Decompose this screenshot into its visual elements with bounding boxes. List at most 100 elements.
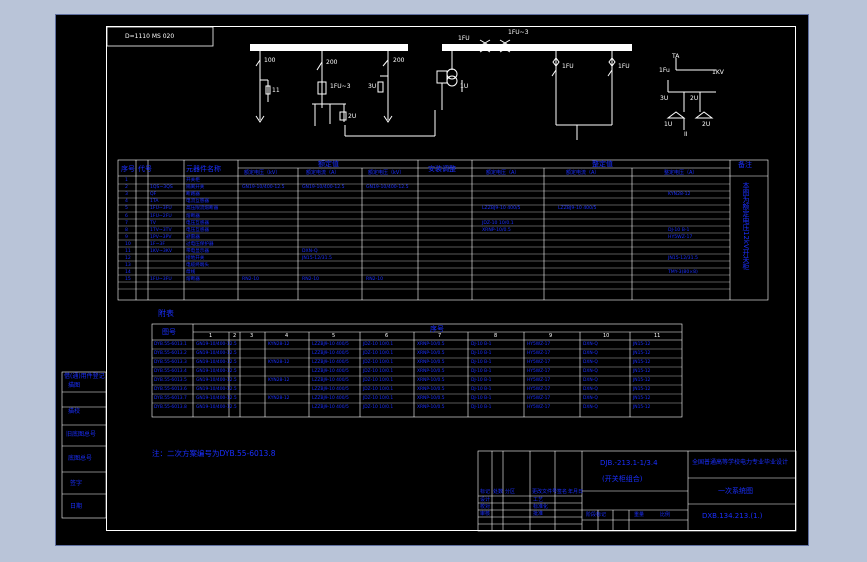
appendix-cell: DYB.55-6013.7 <box>154 396 187 401</box>
schematic-label: 1U <box>460 83 469 90</box>
table-cell-name: 电压互感器 <box>186 220 209 226</box>
table-cell-v2: DXN-Q <box>302 249 318 254</box>
table-cell-name: 避雷器 <box>186 234 200 240</box>
appendix-cell: DXN-Q <box>583 396 598 401</box>
title-drawing-name: 一次系统图 <box>718 487 753 495</box>
table-cell-code: 1TV~3TV <box>150 227 172 233</box>
table-cell-name: 开关柜 <box>186 178 200 183</box>
table-cell-name: 电流互感器 <box>186 199 209 205</box>
title-role: 校对 <box>480 504 491 510</box>
schematic-label: 200 <box>326 59 338 66</box>
appendix-cell: DJ-10 B-1 <box>471 351 492 356</box>
appendix-cell: DJ-10 B-1 <box>471 342 492 347</box>
appendix-cell: LZZBJ9-10 400/5 <box>312 342 349 347</box>
table-cell-name: 熔断器 <box>186 213 200 219</box>
schematic-label: 1U <box>664 121 673 128</box>
drawing-code: D=1110 MS 020 <box>125 33 175 40</box>
appendix-cell: XRNP-10/0.5 <box>417 342 445 347</box>
schematic-label: TA <box>672 53 680 60</box>
appendix-cell: JDZ-10 10/0.1 <box>363 396 394 401</box>
appendix-cell: KYN28-12 <box>268 342 290 347</box>
appendix-cell: JDZ-10 10/0.1 <box>363 360 394 365</box>
title-mark: 标记 <box>480 489 491 495</box>
appendix-col-number: 9 <box>549 333 553 339</box>
appendix-cell: JN15-12 <box>633 405 651 410</box>
table-cell-code: 1FU~2FU <box>150 213 172 219</box>
appendix-cell: XRNP-10/0.5 <box>417 387 445 392</box>
table-cell-v2: RN2-10 <box>302 277 320 283</box>
appendix-col-number: 3 <box>250 333 254 339</box>
appendix-cell: JN15-12 <box>633 360 651 365</box>
table-cell-s3: TMY-3(80×8) <box>668 270 698 276</box>
table-cell-no: 9 <box>125 234 128 240</box>
appendix-cell: DYB.55-6013.4 <box>154 369 187 374</box>
appendix-cell: HY5WZ-17 <box>527 396 551 401</box>
appendix-cell: XRNP-10/0.5 <box>417 405 445 410</box>
appendix-header-drawing: 图号 <box>162 328 176 336</box>
appendix-cell: DJ-10 B-1 <box>471 378 492 383</box>
stamp-item: 底图总号 <box>68 455 93 462</box>
table-cell-v2: GN19-10/400-12.5 <box>302 185 345 191</box>
table-cell-code: TV <box>150 220 156 226</box>
appendix-cell: GN19-10/400-12.5 <box>196 342 237 347</box>
title-mark: 分区 <box>505 489 516 495</box>
title-mark: 处数 <box>493 489 504 495</box>
table-cell-no: 7 <box>125 220 128 226</box>
table-cell-code: 1TA <box>150 199 159 205</box>
table-cell-v1: GN19-10/400-12.5 <box>242 185 285 191</box>
table-cell-s1: XRNP-10/0.5 <box>482 227 511 233</box>
schematic-label: 1FU~3 <box>508 29 529 36</box>
title-code-line1: DJB.-213.1-1/3.4 <box>600 459 658 467</box>
stamp-item: 旧底图总号 <box>66 431 97 438</box>
stamp-item: 借(通)用件登记 <box>64 373 105 380</box>
table-cell-name: 高压限流熔断器 <box>186 206 219 212</box>
appendix-cell: DJ-10 B-1 <box>471 360 492 365</box>
table-subheader: 额定电压（A） <box>486 170 520 176</box>
table-cell-no: 4 <box>125 199 128 205</box>
appendix-cell: DJ-10 B-1 <box>471 396 492 401</box>
appendix-cell: JDZ-10 10/0.1 <box>363 351 394 356</box>
appendix-cell: JN15-12 <box>633 342 651 347</box>
busbar-right <box>442 44 632 51</box>
appendix-cell: GN19-10/400-12.5 <box>196 351 237 356</box>
schematic-label: 2U <box>348 113 357 120</box>
table-cell-s1: LZZBJ9-10 400/5 <box>482 206 521 212</box>
table-cell-no: 1 <box>125 178 128 183</box>
appendix-cell: HY5WZ-17 <box>527 360 551 365</box>
appendix-cell: HY5WZ-17 <box>527 378 551 383</box>
table-header-no: 序号 <box>121 165 135 173</box>
appendix-cell: XRNP-10/0.5 <box>417 396 445 401</box>
schematic-label: 200 <box>393 57 405 64</box>
title-phase: 重量 <box>634 512 645 518</box>
schematic-label: 11 <box>272 87 280 94</box>
left-stamp-grid <box>61 371 107 519</box>
appendix-col-number: 11 <box>654 333 661 339</box>
appendix-col-number: 7 <box>438 333 442 339</box>
appendix-cell: HY5WZ-17 <box>527 405 551 410</box>
table-header-remark: 备注 <box>738 161 752 169</box>
stamp-item: 描校 <box>68 408 81 415</box>
appendix-cell: LZZBJ9-10 400/5 <box>312 387 349 392</box>
main-table-rows <box>118 183 730 290</box>
title-code-line2: (开关柜组合) <box>602 475 643 483</box>
title-mark: 签名 <box>557 489 568 495</box>
table-header-setting: 整定值 <box>592 160 613 168</box>
table-cell-s3: KYN28-12 <box>668 192 691 198</box>
appendix-cell: JDZ-10 10/0.1 <box>363 342 394 347</box>
table-cell-name: 电压互感器 <box>186 227 209 233</box>
appendix-cell: JDZ-10 10/0.1 <box>363 387 394 392</box>
appendix-cell: DXN-Q <box>583 387 598 392</box>
table-subheader: 额定电流（A） <box>566 170 600 176</box>
appendix-cell: LZZBJ9-10 400/5 <box>312 351 349 356</box>
appendix-header-serial: 序号 <box>430 325 444 333</box>
appendix-cell: GN19-10/400-12.5 <box>196 378 237 383</box>
table-cell-v3: GN19-10/400-12.5 <box>366 185 409 191</box>
schematic-label: 1FU~3 <box>330 83 351 90</box>
drawing-note: 注：二次方案编号为DYB.55-6013.8 <box>152 449 276 458</box>
appendix-cell: XRNP-10/0.5 <box>417 378 445 383</box>
appendix-cell: LZZBJ9-10 400/5 <box>312 396 349 401</box>
appendix-cell: DYB.55-6013.1 <box>154 342 187 347</box>
table-cell-code: 1PV~3PV <box>150 234 172 240</box>
table-cell-no: 15 <box>125 277 131 283</box>
table-cell-no: 2 <box>125 185 128 191</box>
